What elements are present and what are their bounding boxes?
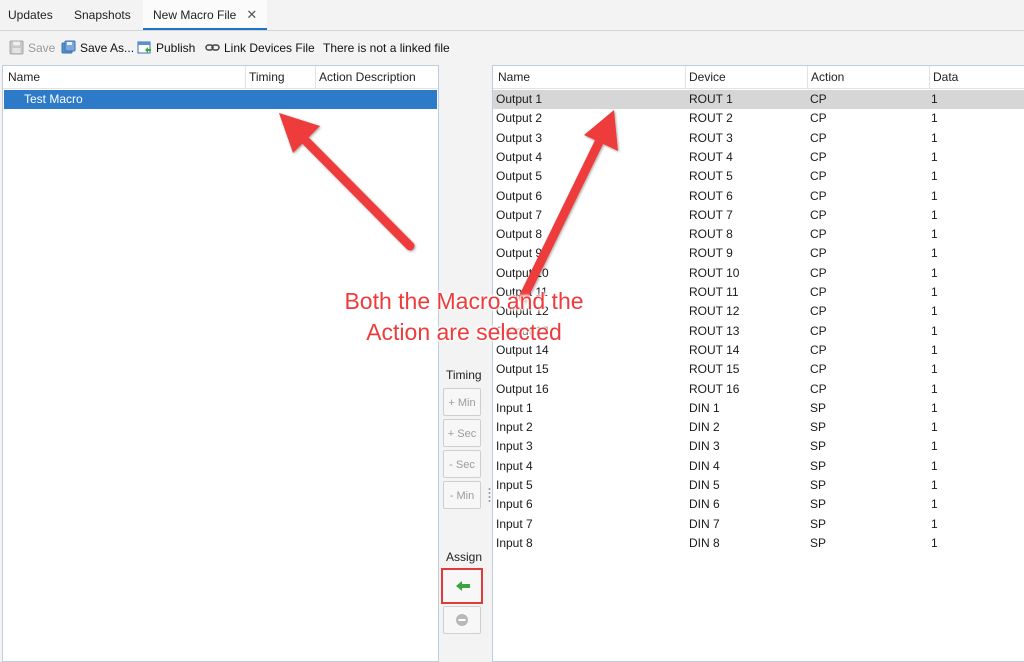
- annotation-text: Both the Macro and the Action are select…: [344, 288, 584, 345]
- arrow-to-macro-icon: [279, 113, 415, 251]
- arrow-to-action-icon: [518, 110, 618, 303]
